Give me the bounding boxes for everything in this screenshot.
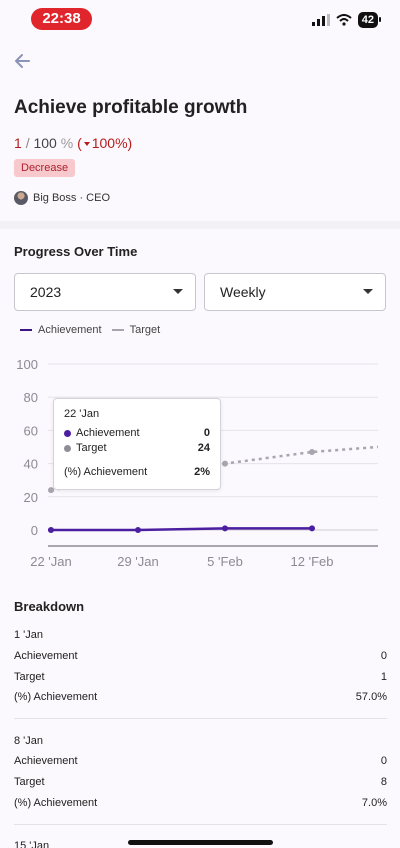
tooltip-date: 22 'Jan: [64, 408, 100, 420]
breakdown-target-value: 1: [380, 671, 387, 683]
breakdown-separator: [14, 718, 387, 719]
breakdown-row-target: Target 8: [14, 776, 387, 788]
tooltip-pct-value: 2%: [194, 466, 210, 478]
status-icons: 42: [311, 12, 382, 28]
breakdown-pct-value: 57.0%: [355, 691, 387, 703]
breakdown-period-date: 8 'Jan: [14, 735, 44, 747]
interval-select[interactable]: Weekly: [204, 273, 386, 311]
tooltip-row-target: Target 24: [64, 442, 210, 454]
breakdown-period-date: 1 'Jan: [14, 629, 44, 641]
chevron-down-icon: [173, 289, 183, 294]
unit-label: %: [60, 135, 74, 151]
breakdown-target-label: Target: [14, 776, 45, 788]
arrow-left-icon: [15, 54, 30, 68]
interval-select-value: Weekly: [220, 284, 266, 300]
y-tick-label: 80: [24, 390, 38, 405]
y-tick-label: 0: [31, 523, 38, 538]
breakdown-achievement-label: Achievement: [14, 755, 78, 767]
achievement-point: [135, 527, 141, 533]
breakdown-row-achievement: Achievement 0: [14, 650, 387, 662]
achievement-point: [222, 525, 228, 532]
breakdown-separator: [14, 824, 387, 825]
y-tick-label: 100: [16, 357, 38, 372]
target-point: [222, 460, 228, 467]
year-select[interactable]: 2023: [14, 273, 196, 311]
legend-target-label: Target: [129, 324, 161, 336]
breakdown-target-value: 8: [380, 776, 387, 788]
owner: Big Boss · CEO: [14, 191, 110, 205]
goal-progress: 1 / 100 % (100%): [14, 135, 132, 151]
tooltip-achievement-value: 0: [203, 427, 210, 439]
y-tick-label: 40: [24, 457, 38, 472]
breakdown-row-target: Target 1: [14, 671, 387, 683]
status-time: 22:38: [31, 8, 92, 30]
x-tick-label: 12 'Feb: [291, 554, 334, 569]
progress-section-title: Progress Over Time: [14, 244, 138, 259]
status-badge: Decrease: [14, 159, 76, 177]
breakdown-achievement-label: Achievement: [14, 650, 78, 662]
breakdown-pct-value: 7.0%: [361, 797, 387, 809]
tooltip-target-value: 24: [197, 442, 210, 454]
triangle-down-icon: [83, 142, 90, 147]
tooltip-row-pct: (%) Achievement 2%: [64, 466, 210, 478]
tooltip-target-dot: [64, 444, 71, 452]
owner-label: Big Boss · CEO: [33, 192, 111, 204]
target-point: [309, 448, 315, 455]
x-tick-label: 29 'Jan: [117, 554, 159, 569]
achievement-point: [309, 525, 315, 532]
tooltip-target-label: Target: [76, 442, 107, 454]
home-indicator: [128, 840, 273, 845]
tooltip-achievement-dot: [64, 429, 71, 437]
breakdown-period-date: 15 'Jan: [14, 840, 50, 848]
battery-indicator: 42: [357, 12, 382, 28]
x-tick-label: 22 'Jan: [30, 554, 72, 569]
legend-achievement-swatch: [20, 329, 32, 331]
tooltip-row-achievement: Achievement 0: [64, 427, 210, 439]
breakdown-pct-label: (%) Achievement: [14, 797, 98, 809]
status-bar: 22:38 42: [0, 0, 400, 40]
chevron-down-icon: [363, 289, 373, 294]
breakdown-row-pct: (%) Achievement 57.0%: [14, 691, 387, 703]
breakdown-target-label: Target: [14, 671, 45, 683]
breakdown-achievement-value: 0: [380, 755, 387, 767]
section-divider: [0, 221, 400, 229]
y-tick-label: 60: [24, 423, 38, 438]
legend-achievement-label: Achievement: [38, 324, 102, 336]
y-tick-label: 20: [24, 490, 38, 505]
chart-tooltip: 22 'Jan Achievement 0 Target 24 (%) Achi…: [53, 398, 221, 490]
breakdown-pct-label: (%) Achievement: [14, 691, 98, 703]
x-tick-label: 5 'Feb: [207, 554, 243, 569]
signal-icon: [311, 14, 330, 26]
wifi-icon: [336, 14, 352, 26]
chart-legend: Achievement Target: [20, 324, 160, 336]
achievement-point: [48, 527, 54, 533]
avatar: [14, 191, 28, 205]
current-value: 1: [14, 135, 22, 151]
tooltip-pct-label: (%) Achievement: [64, 466, 148, 478]
value-separator: /: [25, 135, 30, 151]
target-value: 100: [33, 135, 57, 151]
breakdown-row-achievement: Achievement 0: [14, 755, 387, 767]
back-button[interactable]: [10, 48, 36, 74]
year-select-value: 2023: [30, 284, 62, 300]
breakdown-title: Breakdown: [14, 599, 85, 614]
tooltip-achievement-label: Achievement: [76, 427, 140, 439]
breakdown-achievement-value: 0: [380, 650, 387, 662]
delta-value: 100%): [91, 135, 133, 151]
page-title: Achieve profitable growth: [14, 97, 248, 118]
breakdown-row-pct: (%) Achievement 7.0%: [14, 797, 387, 809]
legend-target-swatch: [111, 329, 124, 331]
